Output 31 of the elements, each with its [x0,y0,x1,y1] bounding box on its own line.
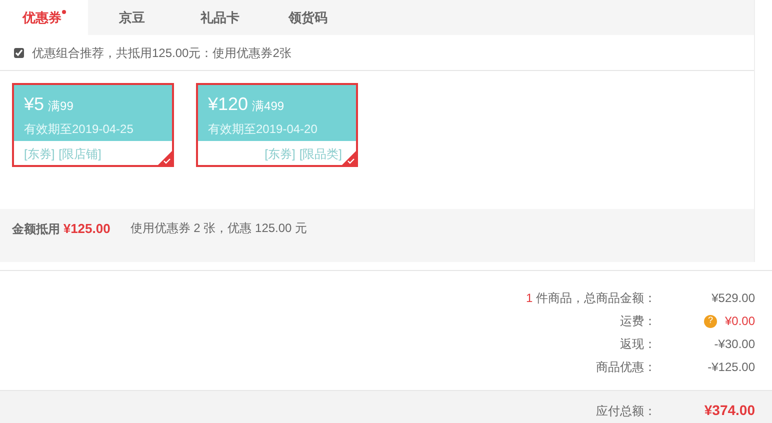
summary-label: 1 件商品，总商品金额： [524,290,656,307]
coupon-condition: 满499 [252,98,284,115]
tab[interactable]: 京豆 [88,0,176,35]
deduction-note: 使用优惠券 2 张，优惠 125.00 元 [130,220,308,237]
recommend-checkbox[interactable] [14,48,24,58]
coupon-tag: [限品类] [299,145,342,163]
total-value: ¥374.00 [703,401,755,420]
summary-label: 返现： [619,336,656,353]
summary-label: 商品优惠： [595,359,656,376]
deduction-label: 金额抵用 ¥125.00 [12,220,110,238]
summary-label: 运费： [619,313,656,330]
summary-value: -¥30.00 [714,336,755,353]
selected-check-icon [158,151,172,165]
tab[interactable]: 领货码 [264,0,352,35]
coupon-validity: 有效期至2019-04-20 [208,121,318,138]
summary-value: -¥125.00 [708,359,755,376]
coupon-amount: ¥120 [208,93,248,116]
tab[interactable]: 礼品卡 [176,0,264,35]
coupon-tag: [东券] [24,145,55,163]
coupon-tag: [东券] [264,145,296,163]
recommend-text: 优惠组合推荐，共抵用125.00元：使用优惠券2张 [32,44,292,62]
help-icon[interactable]: ? [704,314,717,328]
coupon-validity: 有效期至2019-04-25 [24,121,134,138]
summary-value: ¥529.00 [712,290,755,307]
summary-value: ¥0.00 [724,313,755,330]
selected-check-icon [342,151,356,165]
total-label: 应付总额： [595,402,656,420]
coupon-condition: 满99 [48,98,74,115]
coupon-tag: [限店铺] [58,145,102,163]
tab[interactable]: 优惠券 [0,0,88,35]
coupon-amount: ¥5 [24,93,44,116]
